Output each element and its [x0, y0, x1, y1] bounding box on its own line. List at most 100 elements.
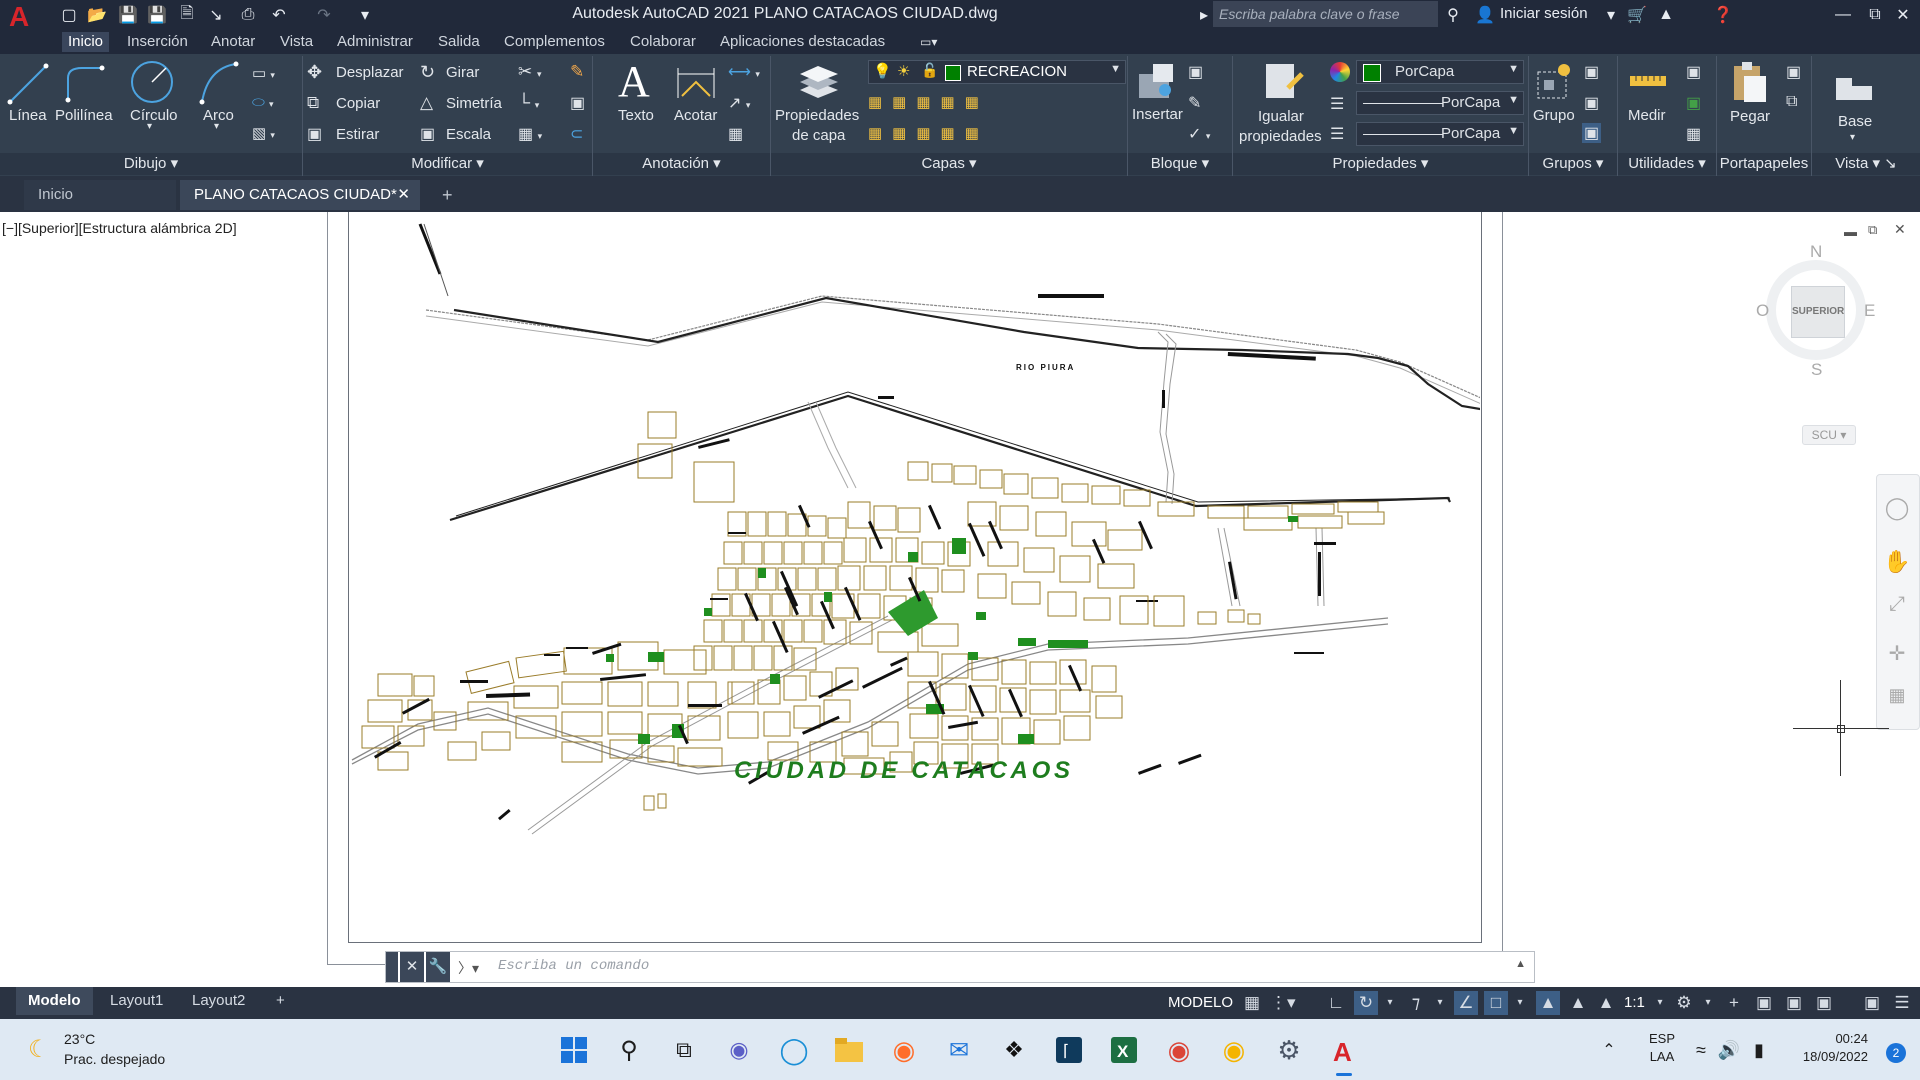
base-dropdown-icon[interactable]: ▾: [1850, 132, 1855, 143]
viewport-close-icon[interactable]: ✕: [1894, 221, 1906, 238]
quick-select-icon[interactable]: ▣: [1686, 62, 1701, 82]
panel-propiedades[interactable]: Propiedades ▾: [1233, 153, 1528, 175]
tab-insercion[interactable]: Inserción: [121, 32, 194, 52]
match-properties-icon[interactable]: [1262, 60, 1306, 104]
language-indicator[interactable]: ESP LAA: [1642, 1031, 1682, 1064]
model-space-button[interactable]: MODELO: [1168, 994, 1233, 1011]
text-label[interactable]: Texto: [618, 107, 654, 124]
erase-icon[interactable]: ✎: [570, 62, 584, 82]
base-label[interactable]: Base: [1838, 113, 1872, 130]
user-icon[interactable]: 👤: [1474, 5, 1496, 25]
ucs-menu[interactable]: SCU ▾: [1802, 425, 1856, 445]
auto-scale-icon[interactable]: ▲: [1566, 991, 1590, 1015]
units-icon[interactable]: ▣: [1752, 991, 1776, 1015]
expand-arrow-icon[interactable]: ▸: [1193, 5, 1215, 25]
linetype-dropdown-arrow-icon[interactable]: ▼: [1508, 94, 1519, 106]
move-icon[interactable]: ✥: [307, 62, 322, 83]
ortho-icon[interactable]: ∟: [1324, 991, 1348, 1015]
polar-icon[interactable]: ↻: [1354, 991, 1378, 1015]
annotation-scale-icon[interactable]: ▲: [1594, 991, 1618, 1015]
paste-label[interactable]: Pegar: [1730, 108, 1770, 125]
viewport-restore-icon[interactable]: ⧉: [1868, 222, 1877, 238]
command-line-customize-icon[interactable]: 🔧: [426, 952, 450, 982]
search-taskbar-icon[interactable]: ⚲: [612, 1033, 646, 1067]
tab-colaborar[interactable]: Colaborar: [624, 32, 702, 52]
gradient-icon[interactable]: ▧ ▾: [252, 124, 286, 144]
arc-dropdown-icon[interactable]: ▾: [214, 121, 219, 132]
isodraft-dropdown-icon[interactable]: ▾: [1428, 991, 1452, 1015]
workspace-icon[interactable]: ⚙: [1672, 991, 1696, 1015]
array-icon[interactable]: ▦ ▾: [518, 124, 542, 144]
explode-icon[interactable]: ▣: [570, 93, 585, 113]
chrome-profile-icon[interactable]: ◉: [1217, 1033, 1251, 1067]
tab-model[interactable]: Modelo: [16, 987, 93, 1015]
tab-aplicaciones-destacadas[interactable]: Aplicaciones destacadas: [714, 32, 891, 52]
copy-label[interactable]: Copiar: [336, 95, 380, 112]
autocad-taskbar-icon[interactable]: A: [1327, 1033, 1361, 1067]
viewcube-e[interactable]: E: [1864, 301, 1875, 321]
group-selection-icon[interactable]: ▣: [1582, 123, 1602, 143]
tab-anotar[interactable]: Anotar: [205, 32, 261, 52]
color-dropdown[interactable]: PorCapa ▼: [1356, 60, 1524, 84]
polyline-tool[interactable]: [58, 58, 110, 108]
viewcube-face[interactable]: SUPERIOR: [1791, 286, 1845, 338]
autodesk-account-icon[interactable]: ▲: [1655, 5, 1677, 25]
layer-on-icon[interactable]: 💡: [873, 62, 892, 80]
panel-portapapeles[interactable]: Portapapeles: [1717, 153, 1811, 175]
workspace-dropdown-icon[interactable]: ▾: [1696, 991, 1720, 1015]
text-icon[interactable]: A: [618, 56, 658, 106]
layer-freeze-icon[interactable]: ☀: [897, 62, 910, 80]
panel-modificar[interactable]: Modificar ▾: [303, 153, 592, 175]
object-snap-icon[interactable]: □: [1484, 991, 1508, 1015]
signin-button[interactable]: Iniciar sesión: [1500, 5, 1588, 22]
command-line-close-icon[interactable]: ✕: [400, 952, 424, 982]
volume-icon[interactable]: 🔊: [1712, 1033, 1746, 1067]
mirror-icon[interactable]: △: [420, 93, 433, 113]
layer-tools-row-2[interactable]: ▦▦▦▦▦: [868, 124, 1018, 144]
insert-label[interactable]: Insertar: [1132, 106, 1183, 123]
rectangle-icon[interactable]: ▭ ▾: [252, 64, 286, 84]
tab-vista[interactable]: Vista: [274, 32, 319, 52]
clean-screen-icon[interactable]: ▣: [1860, 991, 1884, 1015]
viewport-controls-label[interactable]: [−][Superior][Estructura alámbrica 2D]: [2, 220, 237, 236]
close-tab-icon[interactable]: ✕: [397, 180, 410, 210]
scale-label[interactable]: Escala: [446, 126, 491, 143]
circle-tool[interactable]: [128, 58, 176, 108]
layer-properties-label-2[interactable]: de capa: [792, 127, 845, 144]
tab-drawing[interactable]: PLANO CATACAOS CIUDAD* ✕: [180, 180, 420, 210]
task-view-icon[interactable]: ⧉: [667, 1033, 701, 1067]
annotation-visibility-icon[interactable]: ▲: [1536, 991, 1560, 1015]
edge-icon[interactable]: ◯: [777, 1033, 811, 1067]
layer-properties-icon[interactable]: [796, 60, 842, 104]
dimension-icon[interactable]: [674, 60, 718, 104]
group-edit-icon[interactable]: ▣: [1584, 93, 1599, 113]
edit-block-icon[interactable]: ✎: [1188, 93, 1201, 113]
trim-icon[interactable]: ✂ ▾: [518, 62, 542, 82]
hatch-icon[interactable]: ⬭ ▾: [252, 94, 286, 114]
lineweight-dropdown[interactable]: PorCapa ▼: [1356, 122, 1524, 146]
stretch-label[interactable]: Estirar: [336, 126, 379, 143]
lineweight-icon[interactable]: ☰: [1330, 124, 1344, 144]
steering-wheel-icon[interactable]: ◯: [1877, 495, 1917, 523]
snap-icon[interactable]: ⋮▾: [1270, 991, 1296, 1015]
select-all-icon[interactable]: ▣: [1686, 93, 1701, 113]
command-line-grip-icon[interactable]: [386, 952, 398, 982]
layer-properties-label-1[interactable]: Propiedades: [775, 107, 859, 124]
battery-icon[interactable]: ▮: [1742, 1033, 1776, 1067]
linetype-icon[interactable]: ☰: [1330, 94, 1344, 114]
close-icon[interactable]: ✕: [1892, 5, 1914, 25]
tab-salida[interactable]: Salida: [432, 32, 486, 52]
cut-icon[interactable]: ▣: [1786, 62, 1801, 82]
orbit-icon[interactable]: ✛: [1877, 641, 1917, 669]
autodesk-app-icon[interactable]: ⌈: [1052, 1033, 1086, 1067]
fillet-icon[interactable]: └ ▾: [518, 93, 539, 113]
object-snap-dropdown-icon[interactable]: ▾: [1508, 991, 1532, 1015]
hidden-icons-chevron-icon[interactable]: ⌃: [1592, 1033, 1626, 1067]
settings-icon[interactable]: ⚙: [1272, 1033, 1306, 1067]
zoom-extents-icon[interactable]: ⤢: [1877, 593, 1917, 621]
table-icon[interactable]: ▦: [728, 124, 743, 144]
tab-layout1[interactable]: Layout1: [98, 987, 175, 1015]
search-input[interactable]: Escriba palabra clave o frase: [1213, 1, 1438, 27]
file-explorer-icon[interactable]: [832, 1033, 866, 1067]
ungroup-icon[interactable]: ▣: [1584, 62, 1599, 82]
